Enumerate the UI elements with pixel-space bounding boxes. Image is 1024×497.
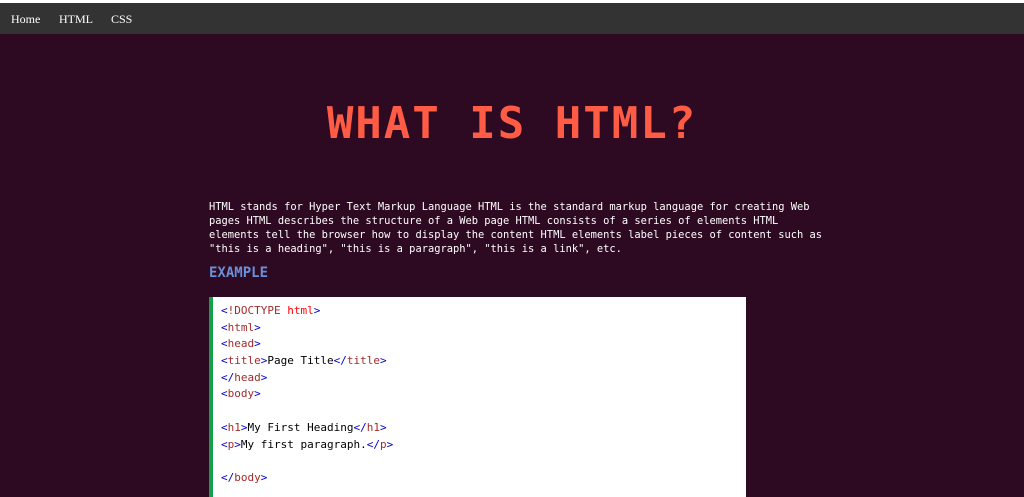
code-bracket: >: [379, 354, 387, 368]
code-bracket: </: [353, 420, 367, 434]
code-bracket: >: [240, 420, 248, 434]
code-tag-name: body: [227, 387, 255, 401]
nav-link-html[interactable]: HTML: [59, 12, 93, 27]
code-line: </head>: [221, 370, 746, 387]
code-bracket: </: [221, 370, 235, 384]
code-tag-name: body: [234, 470, 261, 484]
code-doctype: !DOCTYPE: [227, 304, 281, 317]
code-tag-name: title: [346, 354, 380, 368]
code-bracket: >: [254, 337, 261, 351]
code-doctype-keyword: html: [280, 304, 314, 317]
code-line: <h1>My First Heading</h1>: [221, 420, 746, 437]
code-lines: <html> <head> <title>Page Title</title> </h…: [221, 320, 746, 487]
code-bracket: <: [221, 420, 228, 434]
nav-link-css[interactable]: CSS: [111, 12, 132, 27]
code-bracket: >: [254, 320, 261, 334]
navbar: Home HTML CSS: [0, 3, 1024, 34]
code-line: <body>: [221, 386, 746, 403]
code-tag-name: head: [234, 370, 261, 384]
code-text: Page Title: [267, 354, 334, 368]
code-bracket: >: [386, 437, 394, 451]
code-text: My First Heading: [247, 420, 354, 434]
code-line: </body>: [221, 470, 746, 487]
code-tag-name: html: [227, 320, 255, 334]
code-bracket: <: [221, 320, 228, 334]
code-bracket: </: [221, 470, 235, 484]
code-bracket: >: [260, 470, 268, 484]
code-bracket: >: [379, 420, 387, 434]
code-line: <p>My first paragraph.</p>: [221, 437, 746, 454]
page-title: WHAT IS HTML?: [326, 98, 698, 149]
code-line: <html>: [221, 320, 746, 337]
code-line: <head>: [221, 336, 746, 353]
code-text: My first paragraph.: [240, 437, 367, 451]
code-bracket: <: [221, 387, 228, 401]
code-tag-name: title: [227, 354, 261, 368]
code-tag-name: h1: [227, 420, 241, 434]
example-heading: EXAMPLE: [209, 265, 269, 281]
code-bracket: </: [333, 354, 347, 368]
code-bracket: >: [254, 387, 261, 401]
code-bracket: <: [221, 354, 228, 368]
code-bracket: </: [366, 437, 380, 451]
code-bracket: <: [221, 437, 228, 451]
code-bracket: >: [234, 437, 241, 451]
code-line-doctype: <!DOCTYPE html>: [221, 303, 746, 320]
code-bracket: >: [260, 370, 268, 384]
code-bracket: <: [221, 304, 228, 317]
nav-link-home[interactable]: Home: [11, 12, 40, 27]
code-bracket: <: [221, 337, 228, 351]
code-example: <!DOCTYPE html> <html> <head> <title>Page …: [209, 297, 746, 497]
code-bracket: >: [313, 304, 321, 317]
code-tag-name: head: [227, 337, 255, 351]
code-tag-name: h1: [366, 420, 380, 434]
intro-paragraph: HTML stands for Hyper Text Markup Langua…: [209, 201, 823, 255]
code-tag-name: p: [379, 437, 387, 451]
code-line: <title>Page Title</title>: [221, 353, 746, 370]
